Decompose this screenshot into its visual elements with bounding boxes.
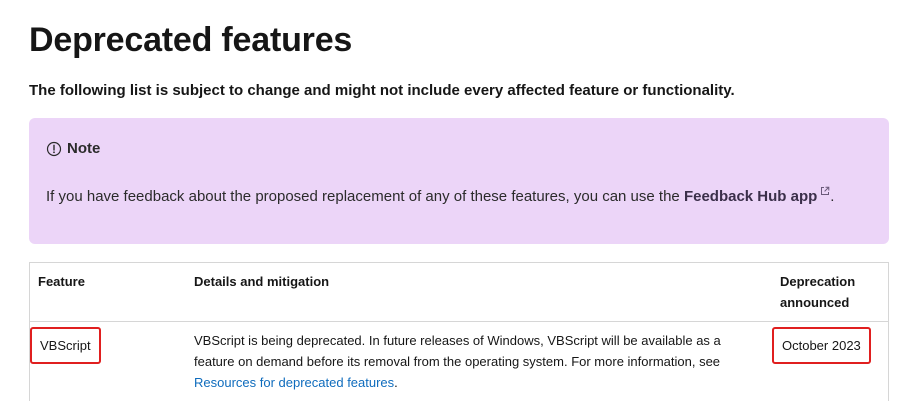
feedback-hub-link[interactable]: Feedback Hub app — [684, 188, 830, 205]
table-header-row: Feature Details and mitigation Deprecati… — [30, 263, 889, 322]
resources-link[interactable]: Resources for deprecated features — [194, 375, 394, 390]
note-callout: Note If you have feedback about the prop… — [29, 118, 889, 244]
intro-text: The following list is subject to change … — [29, 80, 735, 102]
feedback-hub-link-label: Feedback Hub app — [684, 188, 817, 205]
note-text-end: . — [830, 188, 834, 205]
deprecated-features-table: Feature Details and mitigation Deprecati… — [29, 262, 889, 401]
column-header-details: Details and mitigation — [186, 263, 772, 322]
details-text-end: . — [394, 375, 398, 390]
note-header: Note — [46, 138, 872, 160]
column-header-feature: Feature — [30, 263, 187, 322]
details-text: VBScript is being deprecated. In future … — [194, 333, 721, 369]
external-link-icon — [820, 179, 830, 189]
date-highlight: October 2023 — [772, 327, 871, 364]
note-body: If you have feedback about the proposed … — [46, 179, 846, 210]
date-cell: October 2023 — [772, 322, 889, 401]
feature-highlight: VBScript — [30, 327, 101, 364]
column-header-deprecation: Deprecation announced — [772, 263, 889, 322]
page-title: Deprecated features — [29, 18, 352, 62]
note-text: If you have feedback about the proposed … — [46, 188, 684, 205]
details-cell: VBScript is being deprecated. In future … — [186, 322, 772, 401]
feature-cell: VBScript — [30, 322, 187, 401]
note-label: Note — [67, 138, 100, 160]
table-row: VBScript VBScript is being deprecated. I… — [30, 322, 889, 401]
info-circle-icon — [46, 141, 62, 157]
